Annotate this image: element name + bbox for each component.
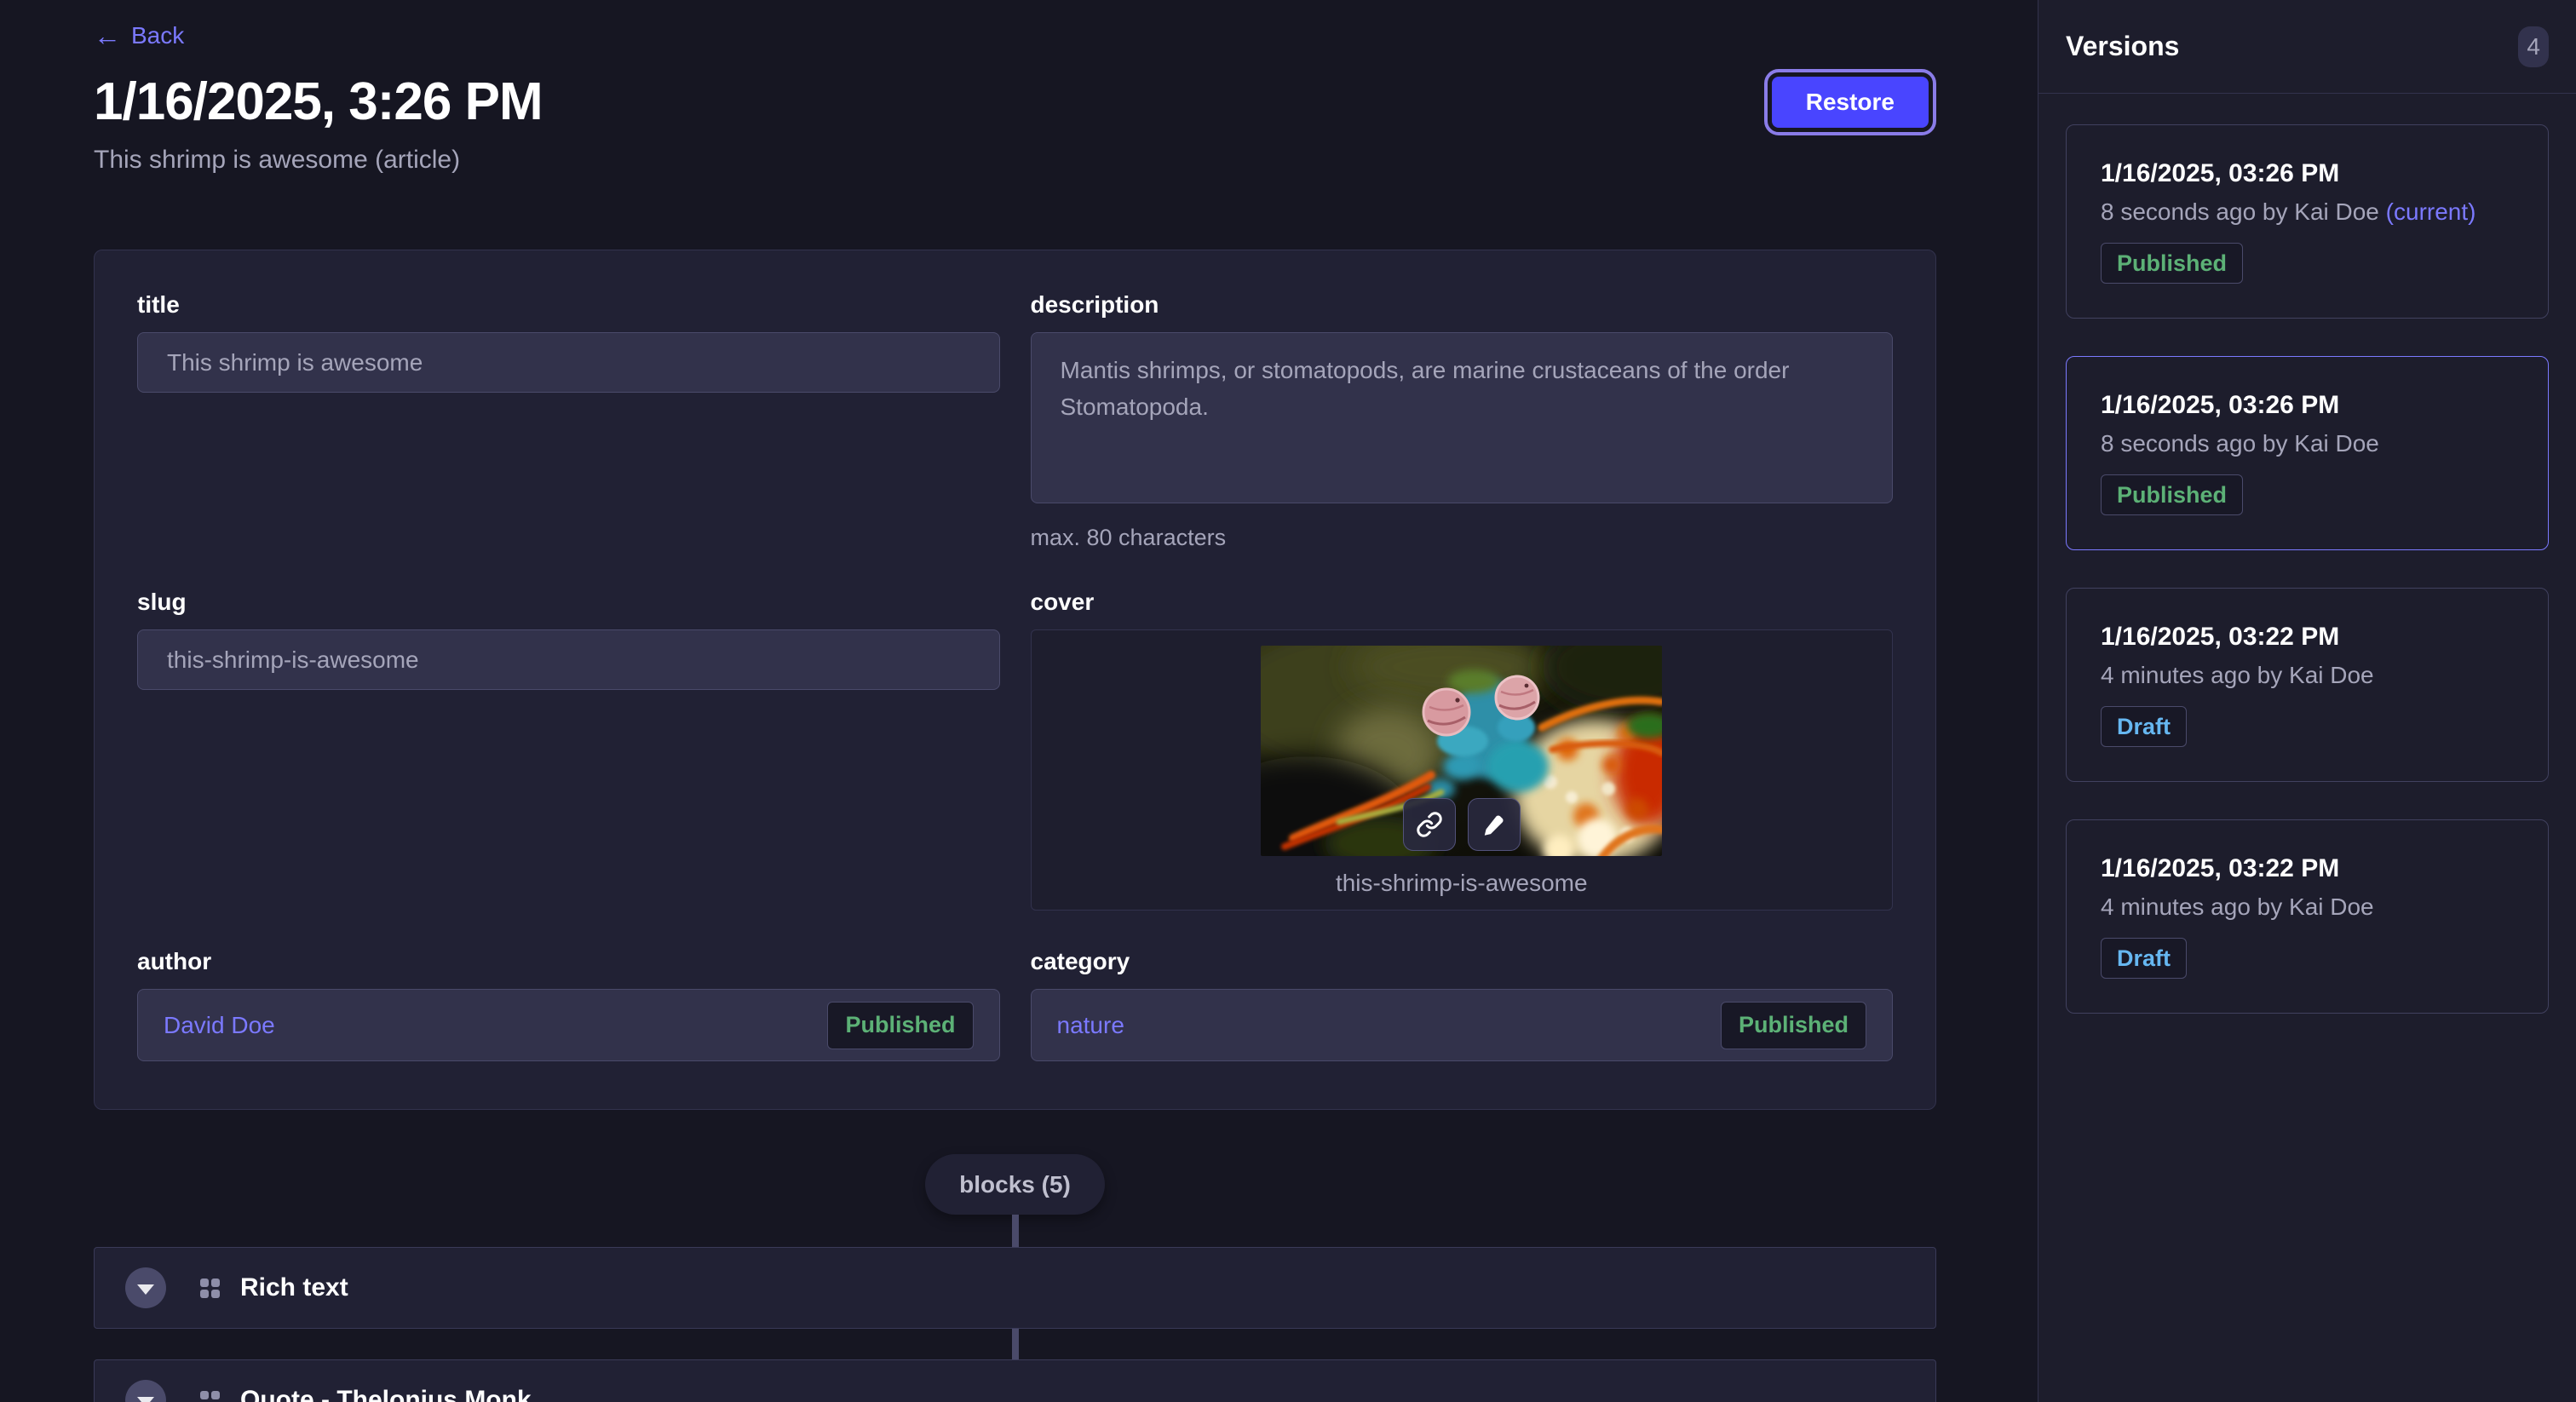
version-meta: 8 seconds ago by Kai Doe (current) xyxy=(2101,198,2514,226)
collapse-toggle-button[interactable] xyxy=(125,1380,166,1402)
version-meta: 4 minutes ago by Kai Doe xyxy=(2101,893,2514,921)
field-author: author David Doe Published xyxy=(137,948,1000,1061)
version-card-selected[interactable]: 1/16/2025, 03:26 PM 8 seconds ago by Kai… xyxy=(2066,356,2549,550)
version-card[interactable]: 1/16/2025, 03:22 PM 4 minutes ago by Kai… xyxy=(2066,819,2549,1014)
chevron-down-icon xyxy=(137,1397,154,1402)
author-label: author xyxy=(137,948,1000,975)
collapse-toggle-button[interactable] xyxy=(125,1267,166,1308)
category-status-badge: Published xyxy=(1721,1002,1866,1049)
version-status-badge: Published xyxy=(2101,243,2243,284)
link-icon xyxy=(1416,811,1443,838)
description-hint: max. 80 characters xyxy=(1031,525,1894,551)
block-row-quote[interactable]: Quote - Thelonius Monk xyxy=(94,1359,1936,1402)
cover-caption: this-shrimp-is-awesome xyxy=(1336,870,1588,897)
back-link[interactable]: ← Back xyxy=(94,22,184,49)
block-connector xyxy=(1012,1329,1019,1359)
page-subtitle: This shrimp is awesome (article) xyxy=(94,146,1936,175)
block-row-rich-text[interactable]: Rich text xyxy=(94,1247,1936,1329)
field-cover: cover xyxy=(1031,589,1894,911)
restore-button[interactable]: Restore xyxy=(1772,77,1929,128)
version-card[interactable]: 1/16/2025, 03:26 PM 8 seconds ago by Kai… xyxy=(2066,124,2549,319)
back-arrow-icon: ← xyxy=(94,22,121,49)
versions-count-badge: 4 xyxy=(2518,26,2549,67)
version-date: 1/16/2025, 03:26 PM xyxy=(2101,159,2514,188)
block-label: Quote - Thelonius Monk xyxy=(240,1386,532,1402)
field-slug: slug xyxy=(137,589,1000,911)
version-date: 1/16/2025, 03:26 PM xyxy=(2101,391,2514,420)
page-title: 1/16/2025, 3:26 PM xyxy=(94,72,543,132)
author-link[interactable]: David Doe xyxy=(164,1012,275,1039)
chevron-down-icon xyxy=(137,1284,154,1295)
version-status-badge: Draft xyxy=(2101,938,2187,979)
version-date: 1/16/2025, 03:22 PM xyxy=(2101,854,2514,883)
versions-sidebar: Versions 4 1/16/2025, 03:26 PM 8 seconds… xyxy=(2038,0,2576,1402)
category-label: category xyxy=(1031,948,1894,975)
edit-image-button[interactable] xyxy=(1468,798,1521,851)
copy-link-button[interactable] xyxy=(1403,798,1456,851)
version-meta: 4 minutes ago by Kai Doe xyxy=(2101,662,2514,689)
description-label: description xyxy=(1031,291,1894,319)
field-title: title xyxy=(137,291,1000,551)
slug-input[interactable] xyxy=(137,629,1000,690)
versions-title: Versions xyxy=(2066,31,2179,62)
title-input[interactable] xyxy=(137,332,1000,393)
grid-icon xyxy=(200,1391,220,1402)
field-category: category nature Published xyxy=(1031,948,1894,1061)
author-relation-box: David Doe Published xyxy=(137,989,1000,1061)
field-description: description Mantis shrimps, or stomatopo… xyxy=(1031,291,1894,551)
version-status-badge: Draft xyxy=(2101,706,2187,747)
version-card[interactable]: 1/16/2025, 03:22 PM 4 minutes ago by Kai… xyxy=(2066,588,2549,782)
description-textarea[interactable]: Mantis shrimps, or stomatopods, are mari… xyxy=(1031,332,1894,503)
category-relation-box: nature Published xyxy=(1031,989,1894,1061)
blocks-section: blocks (5) Rich text Quote - Thelonius M… xyxy=(94,1154,1936,1402)
pencil-icon xyxy=(1481,811,1508,838)
version-meta: 8 seconds ago by Kai Doe xyxy=(2101,430,2514,457)
cover-box: this-shrimp-is-awesome xyxy=(1031,629,1894,911)
version-list: 1/16/2025, 03:26 PM 8 seconds ago by Kai… xyxy=(2038,94,2576,1014)
cover-label: cover xyxy=(1031,589,1894,616)
version-meta-text: 8 seconds ago by Kai Doe xyxy=(2101,198,2386,225)
back-row: ← Back xyxy=(94,0,1936,49)
category-link[interactable]: nature xyxy=(1057,1012,1124,1039)
cover-media xyxy=(1261,646,1662,856)
block-label: Rich text xyxy=(240,1273,348,1302)
block-connector xyxy=(1012,1215,1019,1247)
current-label: (current) xyxy=(2386,198,2476,225)
version-date: 1/16/2025, 03:22 PM xyxy=(2101,623,2514,652)
back-label: Back xyxy=(131,22,184,49)
blocks-count-pill: blocks (5) xyxy=(925,1154,1105,1215)
grid-icon xyxy=(200,1278,220,1298)
title-label: title xyxy=(137,291,1000,319)
main-content: ← Back 1/16/2025, 3:26 PM Restore This s… xyxy=(0,0,2038,1402)
cover-actions xyxy=(1403,798,1521,851)
author-status-badge: Published xyxy=(827,1002,973,1049)
version-form-card: title description Mantis shrimps, or sto… xyxy=(94,250,1936,1110)
slug-label: slug xyxy=(137,589,1000,616)
header-row: 1/16/2025, 3:26 PM Restore xyxy=(94,72,1936,132)
versions-header: Versions 4 xyxy=(2038,0,2576,94)
version-status-badge: Published xyxy=(2101,474,2243,515)
